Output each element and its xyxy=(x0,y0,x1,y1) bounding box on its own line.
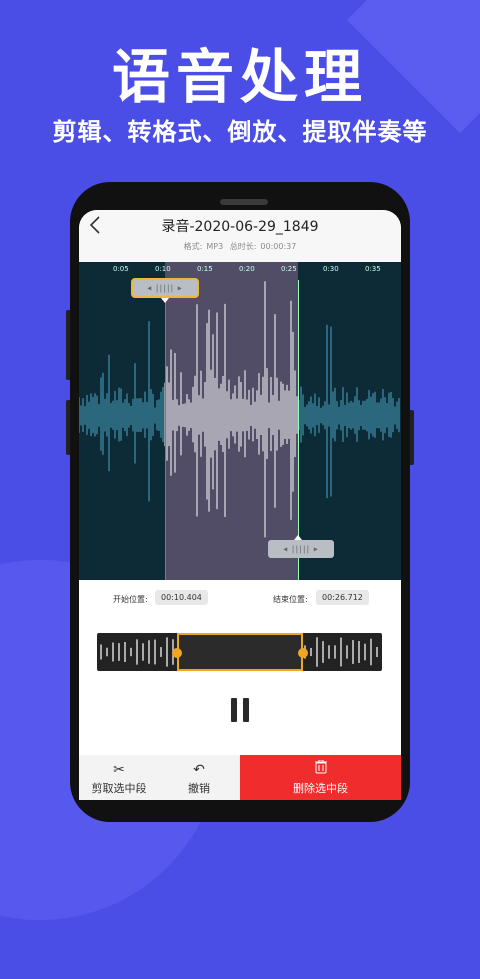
timeline-tick: 0:20 xyxy=(239,265,255,273)
timeline: 0:05 0:10 0:15 0:20 0:25 0:30 0:35 xyxy=(79,262,401,280)
grip-icon: ◂ ||||| ▸ xyxy=(283,544,319,554)
timeline-tick: 0:30 xyxy=(323,265,339,273)
cut-selection-label: 剪取选中段 xyxy=(91,782,147,795)
timeline-tick: 0:25 xyxy=(281,265,297,273)
start-position-label: 开始位置: xyxy=(113,595,148,604)
end-position-label: 结束位置: xyxy=(273,595,308,604)
duration-label: 总时长: xyxy=(229,242,257,251)
file-meta: 格式: MP3 总时长: 00:00:37 xyxy=(79,241,401,252)
timeline-tick: 0:35 xyxy=(365,265,381,273)
waveform-editor[interactable]: 0:05 0:10 0:15 0:20 0:25 0:30 0:35 ◂ |||… xyxy=(79,262,401,580)
end-position-value: 00:26.712 xyxy=(316,590,369,605)
duration-value: 00:00:37 xyxy=(260,242,297,251)
promo-subline: 剪辑、转格式、倒放、提取伴奏等 xyxy=(52,118,428,146)
overview-waveform[interactable] xyxy=(97,633,382,671)
pause-bar xyxy=(231,698,237,722)
start-pin-icon xyxy=(161,298,169,303)
grip-icon: ◂ ||||| ▸ xyxy=(147,283,183,293)
phone-speaker xyxy=(220,199,268,205)
pause-button[interactable] xyxy=(228,698,252,724)
trash-icon xyxy=(240,759,401,780)
delete-selection-button[interactable]: 删除选中段 xyxy=(240,755,401,800)
selection-end-handle[interactable]: ◂ ||||| ▸ xyxy=(268,540,334,558)
cut-selection-button[interactable]: ✂ 剪取选中段 xyxy=(79,755,159,800)
delete-selection-label: 删除选中段 xyxy=(293,782,348,795)
undo-button[interactable]: ↶ 撤销 xyxy=(159,755,239,800)
waveform xyxy=(79,281,400,538)
undo-label: 撤销 xyxy=(188,782,210,795)
timeline-tick: 0:10 xyxy=(155,265,171,273)
bottom-toolbar: ✂ 剪取选中段 ↶ 撤销 删除选中段 xyxy=(79,755,401,800)
start-position-value: 00:10.404 xyxy=(155,590,208,605)
overview-end-knob[interactable] xyxy=(298,648,308,658)
app-header: 录音-2020-06-29_1849 格式: MP3 总时长: 00:00:37 xyxy=(79,210,401,262)
overview-selection[interactable] xyxy=(177,633,303,671)
selection-start-line xyxy=(165,280,166,580)
format-label: 格式: xyxy=(183,242,203,251)
selection-positions: 开始位置: 00:10.404 结束位置: 00:26.712 xyxy=(79,580,401,620)
timeline-tick: 0:05 xyxy=(113,265,129,273)
selection-start-handle[interactable]: ◂ ||||| ▸ xyxy=(131,278,199,298)
undo-icon: ↶ xyxy=(193,762,205,778)
overview-start-knob[interactable] xyxy=(172,648,182,658)
recording-title: 录音-2020-06-29_1849 xyxy=(161,219,319,235)
scissors-icon: ✂ xyxy=(113,762,125,778)
timeline-tick: 0:15 xyxy=(197,265,213,273)
format-value: MP3 xyxy=(206,242,224,251)
pause-bar xyxy=(243,698,249,722)
promo-headline: 语音处理 xyxy=(111,43,368,111)
phone-screen: 录音-2020-06-29_1849 格式: MP3 总时长: 00:00:37 0… xyxy=(79,210,401,800)
